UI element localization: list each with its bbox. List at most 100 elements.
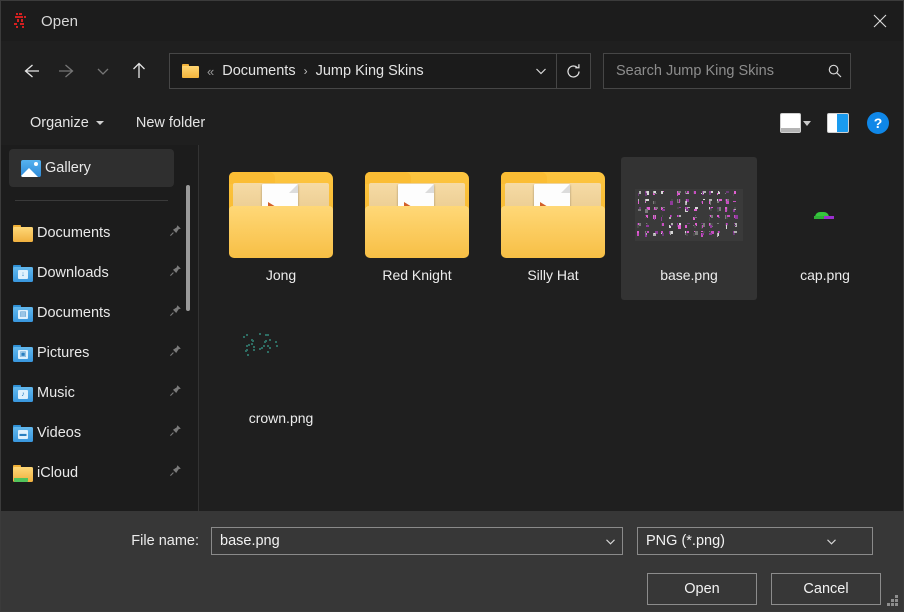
gallery-icon bbox=[21, 160, 41, 177]
toolbar-right-group: ? bbox=[774, 109, 889, 137]
file-item-folder[interactable]: Jong bbox=[213, 157, 349, 300]
breadcrumb-separator: › bbox=[304, 64, 308, 78]
file-item-cap-png[interactable]: cap.png bbox=[757, 157, 893, 300]
sidebar-item-label: Gallery bbox=[45, 160, 91, 176]
resize-grip[interactable] bbox=[886, 594, 899, 607]
combobox-dropdown-button[interactable] bbox=[598, 535, 622, 548]
folder-blue-pictures-icon: ▣ bbox=[13, 345, 33, 362]
breadcrumb-overflow[interactable]: « bbox=[207, 64, 214, 79]
breadcrumb[interactable]: « Documents › Jump King Skins bbox=[169, 53, 557, 89]
window-title: Open bbox=[41, 13, 78, 30]
pin-icon[interactable] bbox=[169, 264, 182, 282]
pin-icon[interactable] bbox=[169, 464, 182, 482]
sidebar-item-icloud[interactable]: iCloud bbox=[1, 453, 198, 493]
folder-icon bbox=[229, 172, 333, 258]
folder-thumbnail bbox=[494, 163, 612, 267]
search-input[interactable] bbox=[604, 63, 820, 79]
view-mode-button[interactable] bbox=[774, 109, 817, 137]
file-name-label-text: File name: bbox=[1, 533, 211, 549]
sidebar-item-label: Music bbox=[37, 385, 75, 401]
sidebar-item-downloads[interactable]: ↓ Downloads bbox=[1, 253, 198, 293]
view-mode-icon bbox=[780, 113, 801, 133]
videos-glyph: ▬ bbox=[18, 430, 28, 439]
forward-arrow-icon bbox=[57, 62, 77, 80]
breadcrumb-item-jump-king-skins[interactable]: Jump King Skins bbox=[316, 63, 424, 79]
help-button[interactable]: ? bbox=[867, 112, 889, 134]
refresh-button[interactable] bbox=[557, 53, 591, 89]
file-item-folder[interactable]: Red Knight bbox=[349, 157, 485, 300]
cancel-button[interactable]: Cancel bbox=[771, 573, 881, 605]
cap-sprite-preview bbox=[812, 209, 838, 221]
file-name-label: cap.png bbox=[800, 267, 850, 283]
recent-locations-button[interactable] bbox=[85, 54, 121, 88]
file-name-input[interactable] bbox=[212, 532, 598, 550]
up-button[interactable] bbox=[121, 54, 157, 88]
close-button[interactable] bbox=[857, 1, 903, 41]
pin-icon[interactable] bbox=[169, 224, 182, 242]
sidebar-divider bbox=[15, 200, 168, 201]
folder-thumbnail bbox=[358, 163, 476, 267]
sidebar-item-videos[interactable]: ▬ Videos bbox=[1, 413, 198, 453]
combobox-dropdown-button[interactable] bbox=[783, 535, 873, 548]
sidebar-item-label: Documents bbox=[37, 225, 110, 241]
folder-blue-videos-icon: ▬ bbox=[13, 425, 33, 442]
chevron-down-icon bbox=[825, 535, 838, 548]
breadcrumb-item-documents[interactable]: Documents bbox=[222, 63, 295, 79]
back-button[interactable] bbox=[13, 54, 49, 88]
sidebar-item-documents-onedrive[interactable]: ▤ Documents bbox=[1, 293, 198, 333]
file-name-label: Silly Hat bbox=[527, 267, 578, 283]
file-item-base-png[interactable]: base.png bbox=[621, 157, 757, 300]
crown-sprite-preview bbox=[233, 328, 329, 388]
dialog-footer: File name: PNG (*.png) Open bbox=[1, 511, 903, 611]
toolbar: Organize New folder ? bbox=[1, 101, 903, 145]
sidebar-item-label: Pictures bbox=[37, 345, 89, 361]
preview-pane-button[interactable] bbox=[821, 109, 855, 137]
pin-icon[interactable] bbox=[169, 304, 182, 322]
navigation-sidebar: Gallery Documents ↓ Downloads ▤ Document… bbox=[1, 145, 199, 511]
sidebar-scrollbar[interactable] bbox=[186, 185, 190, 311]
organize-button[interactable]: Organize bbox=[23, 110, 111, 136]
dialog-body: Gallery Documents ↓ Downloads ▤ Document… bbox=[1, 145, 903, 511]
file-name-label: Red Knight bbox=[382, 267, 451, 283]
title-bar: Open bbox=[1, 1, 903, 41]
sidebar-item-label: Documents bbox=[37, 305, 110, 321]
organize-label: Organize bbox=[30, 115, 89, 131]
breadcrumb-dropdown-button[interactable] bbox=[526, 54, 556, 88]
file-item-crown-png[interactable]: crown.png bbox=[213, 300, 349, 443]
chevron-down-icon bbox=[803, 121, 811, 126]
folder-icon bbox=[501, 172, 605, 258]
folder-yellow-icon bbox=[13, 225, 33, 242]
open-file-dialog: Open « Documents › Jump King Skins Searc… bbox=[0, 0, 904, 612]
file-type-combobox[interactable]: PNG (*.png) bbox=[637, 527, 873, 555]
file-item-folder[interactable]: Silly Hat bbox=[485, 157, 621, 300]
spritesheet-preview bbox=[635, 189, 743, 241]
new-folder-label: New folder bbox=[136, 115, 205, 131]
pin-icon[interactable] bbox=[169, 424, 182, 442]
file-name-row: File name: PNG (*.png) bbox=[1, 527, 903, 555]
pin-icon[interactable] bbox=[169, 384, 182, 402]
forward-button[interactable] bbox=[49, 54, 85, 88]
sidebar-item-label: Videos bbox=[37, 425, 81, 441]
help-label: ? bbox=[874, 115, 883, 131]
chevron-down-icon bbox=[604, 535, 617, 548]
preview-pane-icon bbox=[827, 113, 849, 133]
open-button[interactable]: Open bbox=[647, 573, 757, 605]
pin-icon[interactable] bbox=[169, 344, 182, 362]
file-type-value: PNG (*.png) bbox=[638, 533, 783, 549]
file-name-label: crown.png bbox=[249, 410, 314, 426]
chevron-down-icon bbox=[96, 121, 104, 125]
new-folder-button[interactable]: New folder bbox=[129, 110, 212, 136]
folder-yellow-icloud-icon bbox=[13, 465, 33, 482]
file-name-label: base.png bbox=[660, 267, 718, 283]
file-name-combobox[interactable] bbox=[211, 527, 623, 555]
sidebar-item-music[interactable]: ♪ Music bbox=[1, 373, 198, 413]
navigation-bar: « Documents › Jump King Skins bbox=[1, 41, 903, 101]
sidebar-item-pictures[interactable]: ▣ Pictures bbox=[1, 333, 198, 373]
dialog-buttons: Open Cancel bbox=[647, 573, 881, 605]
file-name-label: Jong bbox=[266, 267, 296, 283]
search-box[interactable] bbox=[603, 53, 851, 89]
sidebar-item-documents[interactable]: Documents bbox=[1, 213, 198, 253]
folder-icon bbox=[365, 172, 469, 258]
image-thumbnail bbox=[222, 306, 340, 410]
sidebar-item-gallery[interactable]: Gallery bbox=[9, 149, 174, 187]
